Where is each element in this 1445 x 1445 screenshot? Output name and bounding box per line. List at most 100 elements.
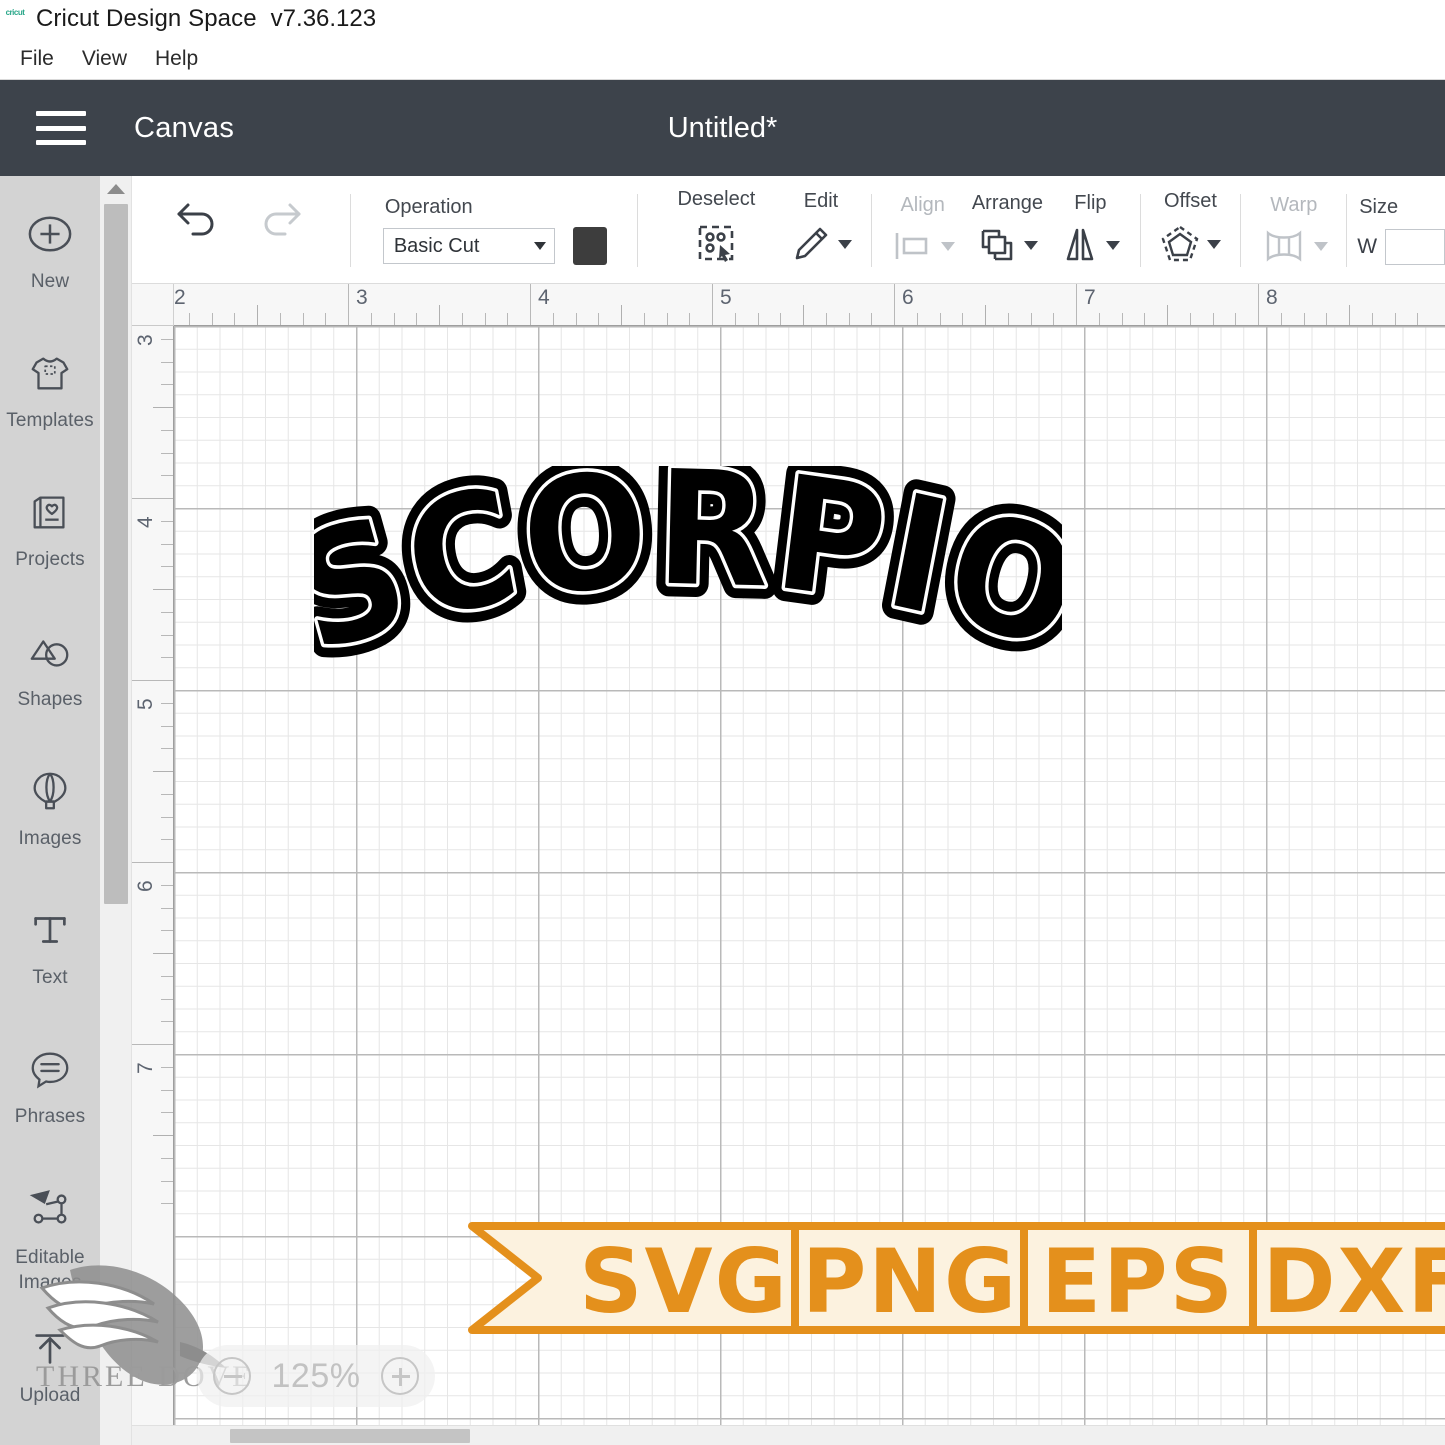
canvas-horizontal-scrollbar[interactable] <box>132 1425 1445 1445</box>
ruler-minor-tick <box>161 998 173 1000</box>
ruler-minor-tick <box>161 1066 173 1068</box>
ruler-minor-tick <box>161 566 173 568</box>
edit-button[interactable]: Edit <box>781 176 861 283</box>
ruler-minor-tick <box>211 313 213 325</box>
sidebar-item-editable-images[interactable]: Editable Images <box>0 1167 100 1306</box>
scrollbar-thumb[interactable] <box>230 1429 470 1443</box>
ruler-minor-tick <box>161 475 173 477</box>
sidebar-item-projects[interactable]: Projects <box>0 470 100 609</box>
chevron-down-icon[interactable] <box>838 239 852 249</box>
panel-vertical-scrollbar[interactable] <box>100 176 132 1445</box>
chevron-down-icon[interactable] <box>1106 240 1121 250</box>
ruler-major-tick <box>712 284 713 325</box>
zoom-out-button[interactable] <box>213 1357 251 1395</box>
ruler-minor-tick <box>1189 313 1191 325</box>
flip-button[interactable]: Flip <box>1051 176 1129 283</box>
ruler-tick-label: 5 <box>720 286 732 309</box>
deselect-button[interactable]: Deselect <box>670 176 763 283</box>
ruler-tick-label: 6 <box>902 286 914 309</box>
ruler-minor-tick <box>621 305 622 325</box>
sidebar-item-images[interactable]: Images <box>0 749 100 888</box>
size-label: Size <box>1359 196 1399 218</box>
hamburger-icon[interactable] <box>36 111 86 145</box>
sidebar-item-new[interactable]: New <box>0 192 100 331</box>
sidebar-item-templates[interactable]: Templates <box>0 331 100 470</box>
ruler-minor-tick <box>871 313 873 325</box>
hot-air-balloon-icon <box>26 767 74 815</box>
width-input[interactable] <box>1385 229 1445 265</box>
offset-icon-row <box>1159 223 1222 265</box>
sidebar-item-text[interactable]: Text <box>0 888 100 1027</box>
pencil-icon <box>790 223 832 265</box>
vertical-ruler: 3 4 5 6 7 <box>132 326 174 1426</box>
chevron-down-icon[interactable] <box>1024 240 1039 250</box>
ruler-minor-tick <box>153 407 173 408</box>
ruler-minor-tick <box>161 429 173 431</box>
ruler-minor-tick <box>393 313 395 325</box>
ruler-minor-tick <box>575 313 577 325</box>
zoom-control: 125% <box>197 1345 435 1407</box>
scrollbar-thumb[interactable] <box>104 204 128 904</box>
ruler-minor-tick <box>161 384 173 386</box>
zoom-value: 125% <box>271 1356 361 1395</box>
ruler-tick-label: 5 <box>134 698 157 710</box>
warp-label: Warp <box>1270 194 1318 216</box>
ruler-minor-tick <box>552 313 554 325</box>
offset-button[interactable]: Offset <box>1150 176 1230 283</box>
chevron-down-icon[interactable] <box>940 241 955 251</box>
ruler-minor-tick <box>689 313 691 325</box>
chevron-down-icon <box>533 242 546 250</box>
ruler-minor-tick <box>161 1180 173 1182</box>
chevron-down-icon[interactable] <box>1313 241 1328 251</box>
ruler-tick-label: 3 <box>356 286 368 309</box>
svg-text:SCORPIO: SCORPIO <box>314 466 1062 689</box>
color-swatch[interactable] <box>572 227 607 265</box>
ruler-minor-tick <box>161 338 173 340</box>
edit-label: Edit <box>803 190 839 212</box>
artwork-scorpio[interactable]: SCORPIO SCORPIO SCORPIO SCORPIO <box>314 466 1062 706</box>
toolbar-divider <box>350 194 351 267</box>
ruler-tick-label: 3 <box>134 334 157 346</box>
arrange-button[interactable]: Arrange <box>964 176 1052 283</box>
menu-item-help[interactable]: Help <box>141 45 212 73</box>
ruler-minor-tick <box>939 313 941 325</box>
offset-icon <box>1159 223 1201 265</box>
operation-select[interactable]: Basic Cut <box>382 228 555 264</box>
ruler-minor-tick <box>1235 313 1237 325</box>
window-title-bar: cricut Cricut Design Space v7.36.123 <box>0 0 1445 38</box>
ruler-minor-tick <box>780 313 782 325</box>
scroll-up-arrow-icon[interactable] <box>100 176 132 202</box>
arrange-icon-row <box>976 225 1039 265</box>
align-button[interactable]: Align <box>882 176 964 283</box>
menu-item-view[interactable]: View <box>68 45 141 73</box>
ruler-minor-tick <box>153 771 173 772</box>
ruler-minor-tick <box>985 305 986 325</box>
ruler-minor-tick <box>161 702 173 704</box>
arrange-label: Arrange <box>971 192 1043 214</box>
format-label-svg: DXF <box>1262 1230 1445 1333</box>
menu-item-file[interactable]: File <box>6 45 68 73</box>
sidebar-label: Shapes <box>17 688 83 710</box>
toolbar-divider <box>1139 194 1141 267</box>
chevron-down-icon[interactable] <box>1207 239 1222 249</box>
sidebar-item-phrases[interactable]: Phrases <box>0 1027 100 1166</box>
ruler-minor-tick <box>916 313 918 325</box>
ruler-minor-tick <box>161 816 173 818</box>
ruler-tick-label: 7 <box>1084 286 1096 309</box>
undo-icon[interactable] <box>172 197 256 241</box>
ruler-major-tick <box>1258 284 1259 325</box>
ruler-minor-tick <box>643 313 645 325</box>
ruler-major-tick <box>530 284 531 325</box>
warp-icon <box>1260 227 1308 265</box>
warp-button[interactable]: Warp <box>1251 176 1336 283</box>
align-icon <box>891 227 935 265</box>
zoom-in-button[interactable] <box>381 1357 419 1395</box>
ruler-major-tick <box>132 680 173 681</box>
ruler-minor-tick <box>1394 313 1396 325</box>
operation-label: Operation <box>384 196 473 218</box>
ruler-minor-tick <box>439 305 440 325</box>
edit-icon-row <box>790 223 852 265</box>
sidebar-item-shapes[interactable]: Shapes <box>0 610 100 749</box>
ruler-minor-tick <box>962 313 964 325</box>
canvas-label[interactable]: Canvas <box>134 112 234 145</box>
